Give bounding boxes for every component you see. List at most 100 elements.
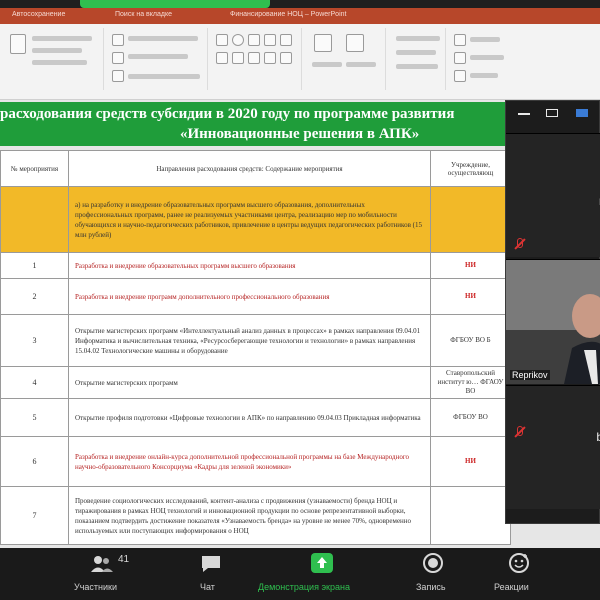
video-tile-2[interactable]: Reprikov <box>506 259 600 384</box>
row-number: 3 <box>0 314 69 367</box>
participant-initial: b <box>596 430 600 444</box>
shape-triangle-icon[interactable] <box>216 52 228 64</box>
header-direction: Направления расходования средств: Содерж… <box>68 150 431 187</box>
row-description: Открытие магистерских программ <box>68 366 431 399</box>
window-title: Финансирование НОЦ – PowerPoint <box>230 11 347 18</box>
participants-count: 41 <box>118 554 130 565</box>
screen-share-bar <box>0 0 600 8</box>
ribbon-group-arrange <box>306 28 386 90</box>
shape-more-icon[interactable] <box>280 52 292 64</box>
muted-mic-icon <box>514 426 524 438</box>
participants-button[interactable]: 41 Участники <box>70 548 140 600</box>
video-tile-1[interactable]: r <box>506 133 600 257</box>
search-hint[interactable]: Поиск на вкладке <box>115 11 172 18</box>
row-organization: НИ <box>430 436 511 487</box>
section-icon[interactable] <box>112 70 124 82</box>
table-row: 7 Проведение социологических исследований… <box>0 486 511 545</box>
ribbon-group-slides <box>108 28 208 90</box>
shape-line-icon[interactable] <box>248 34 260 46</box>
autosave-label[interactable]: Автосохранение <box>12 11 65 18</box>
row-description: Проведение социологических исследований,… <box>68 486 431 545</box>
arrange-icon[interactable] <box>314 34 332 52</box>
quick-styles-icon[interactable] <box>346 34 364 52</box>
header-num: № мероприятия <box>0 150 69 187</box>
new-slide-icon[interactable] <box>112 34 124 46</box>
shape-rectangle-icon[interactable] <box>216 34 228 46</box>
slide-banner: расходования средств субсидии в 2020 год… <box>0 102 510 146</box>
header-organization: Учреждение, осуществляющ <box>430 150 511 187</box>
share-screen-label: Демонстрация экрана <box>258 582 350 592</box>
row-number: 4 <box>0 366 69 399</box>
reactions-button[interactable]: Реакции <box>490 548 550 600</box>
participant-name: Reprikov <box>510 370 550 380</box>
video-panel: r Reprikov b <box>505 100 600 524</box>
participants-label: Участники <box>74 582 117 592</box>
table-row: а) на разработку и внедрение образовател… <box>0 186 511 253</box>
reactions-label: Реакции <box>494 582 529 592</box>
ppt-titlebar: Автосохранение Поиск на вкладке Финансир… <box>0 8 600 24</box>
row-description: Разработка и внедрение образовательных п… <box>68 252 431 279</box>
row-organization <box>430 186 511 253</box>
ribbon-group-editing <box>450 28 510 90</box>
slide-title-line1: расходования средств субсидии в 2020 год… <box>0 106 455 122</box>
row-number <box>0 186 69 253</box>
shape-brace-icon[interactable] <box>232 52 244 64</box>
row-number: 6 <box>0 436 69 487</box>
table-row: 6 Разработка и внедрение онлайн-курса доп… <box>0 436 511 487</box>
row-description: Открытие профиля подготовки «Цифровые те… <box>68 398 431 437</box>
panel-window-controls <box>512 109 600 119</box>
screen: Автосохранение Поиск на вкладке Финансир… <box>0 0 600 600</box>
row-number: 1 <box>0 252 69 279</box>
ribbon-group-shape-format <box>390 28 446 90</box>
chat-icon <box>202 556 220 572</box>
row-description: Разработка и внедрение онлайн-курса допо… <box>68 436 431 487</box>
paste-icon[interactable] <box>10 34 26 54</box>
table-header-row: № мероприятия Направления расходования с… <box>0 150 511 187</box>
shape-callout-icon[interactable] <box>248 52 260 64</box>
layout-icon[interactable] <box>112 52 124 64</box>
table-row: 3 Открытие магистерских программ «Интелле… <box>0 314 511 367</box>
shape-oval-icon[interactable] <box>232 34 244 46</box>
muted-mic-icon <box>514 238 524 250</box>
replace-icon[interactable] <box>454 52 466 64</box>
table-row: 4 Открытие магистерских программ Ставропол… <box>0 366 511 399</box>
row-number: 5 <box>0 398 69 437</box>
view-toggle-icon[interactable] <box>576 109 588 117</box>
reactions-icon <box>509 553 529 573</box>
shape-curve-icon[interactable] <box>264 52 276 64</box>
ribbon-group-clipboard <box>4 28 104 90</box>
share-screen-button[interactable]: Демонстрация экрана <box>252 548 392 600</box>
shape-arrow-icon[interactable] <box>264 34 276 46</box>
find-icon[interactable] <box>454 34 466 46</box>
table-row: 5 Открытие профиля подготовки «Цифровые т… <box>0 398 511 437</box>
zoom-toolbar: 41 Участники Чат Демонстрация экрана Зап… <box>0 548 600 600</box>
chat-label: Чат <box>200 582 215 592</box>
row-description: Разработка и внедрение программ дополнит… <box>68 278 431 315</box>
row-organization: ФГБОУ ВО <box>430 398 511 437</box>
participant-video-frame <box>506 260 600 384</box>
ppt-ribbon <box>0 24 600 100</box>
row-organization: НИ <box>430 252 511 279</box>
row-organization: ФГБОУ ВО Б <box>430 314 511 367</box>
sharing-indicator[interactable] <box>80 0 270 8</box>
participants-icon <box>91 556 113 572</box>
minimize-icon[interactable] <box>518 109 530 115</box>
record-icon <box>423 553 443 573</box>
share-screen-icon <box>311 553 333 573</box>
slide-title-line2: «Инновационные решения в АПК» <box>180 126 420 142</box>
row-organization <box>430 486 511 545</box>
subsidy-table: № мероприятия Направления расходования с… <box>0 150 511 545</box>
video-tile-3[interactable]: b <box>506 385 600 509</box>
shape-star-icon[interactable] <box>280 34 292 46</box>
select-icon[interactable] <box>454 70 466 82</box>
row-number: 2 <box>0 278 69 315</box>
row-number: 7 <box>0 486 69 545</box>
record-button[interactable]: Запись <box>408 548 458 600</box>
row-organization: Ставропольский институт ю… ФГАОУ ВО <box>430 366 511 399</box>
table-body: а) на разработку и внедрение образовател… <box>0 186 511 545</box>
table-row: 2 Разработка и внедрение программ дополни… <box>0 278 511 315</box>
row-organization: НИ <box>430 278 511 315</box>
maximize-icon[interactable] <box>546 109 558 117</box>
chat-button[interactable]: Чат <box>190 548 230 600</box>
ribbon-group-drawing <box>212 28 302 90</box>
